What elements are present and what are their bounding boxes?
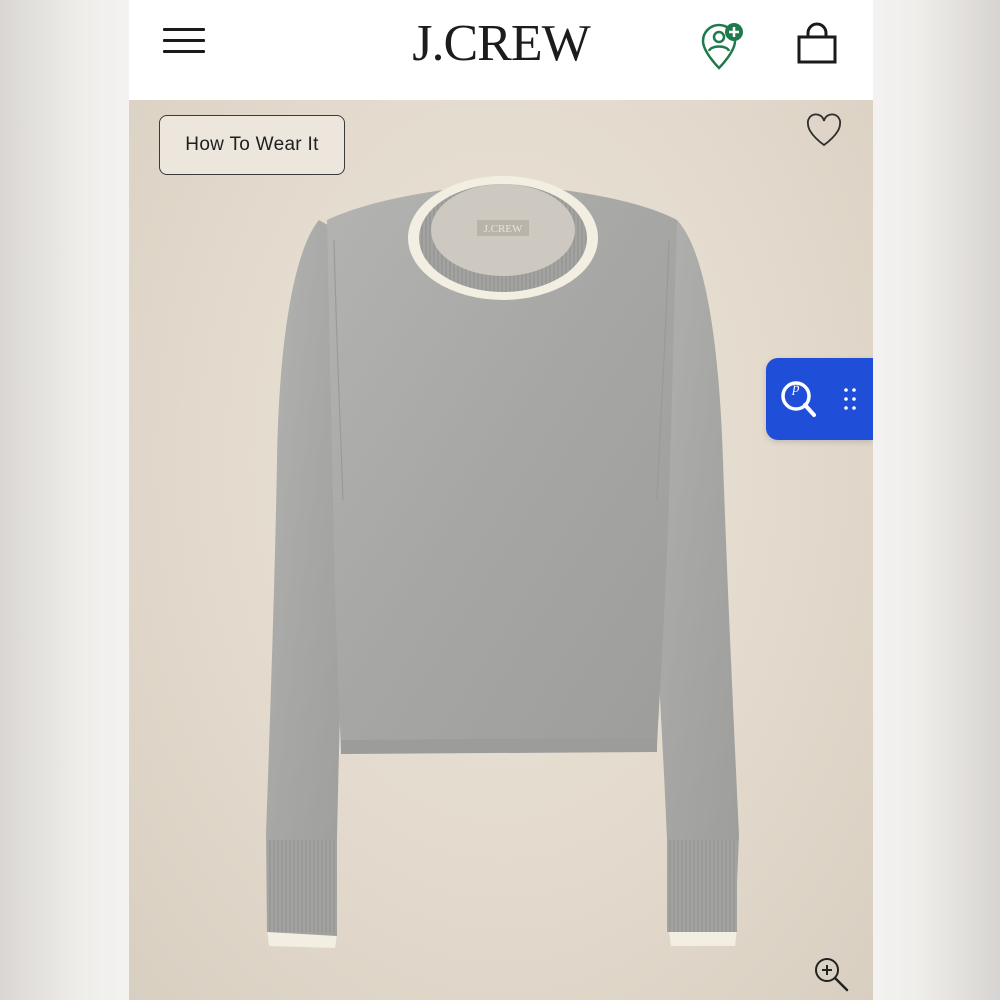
hamburger-menu-icon-line [163,39,205,42]
favorite-button[interactable] [805,112,843,150]
site-header: J.CREW [129,0,873,100]
zoom-in-icon [815,958,849,992]
shopping-bag-icon [797,22,837,64]
hamburger-menu-icon-line [163,50,205,53]
drag-handle-dots-icon [844,388,856,410]
heart-icon [807,113,841,147]
brand-logo[interactable]: J.CREW [371,14,631,74]
menu-button[interactable] [163,28,205,56]
rewards-button[interactable] [697,20,749,72]
visual-search-button[interactable]: p [766,358,873,440]
hamburger-menu-icon [163,28,205,31]
how-to-wear-it-button[interactable]: How To Wear It [159,115,345,175]
rewards-location-plus-icon [701,23,743,70]
product-image[interactable]: J.CREW How To Wear It p [129,100,873,1000]
gray-sweater-image: J.CREW [266,176,739,948]
neck-label-text: J.CREW [484,223,523,235]
shopping-bag-button[interactable] [795,22,839,66]
product-page: J.CREW J.CREW How To Wear It p [129,0,873,1000]
visual-search-icon: p [781,381,856,417]
zoom-button[interactable] [809,952,855,998]
svg-text:p: p [792,381,800,396]
